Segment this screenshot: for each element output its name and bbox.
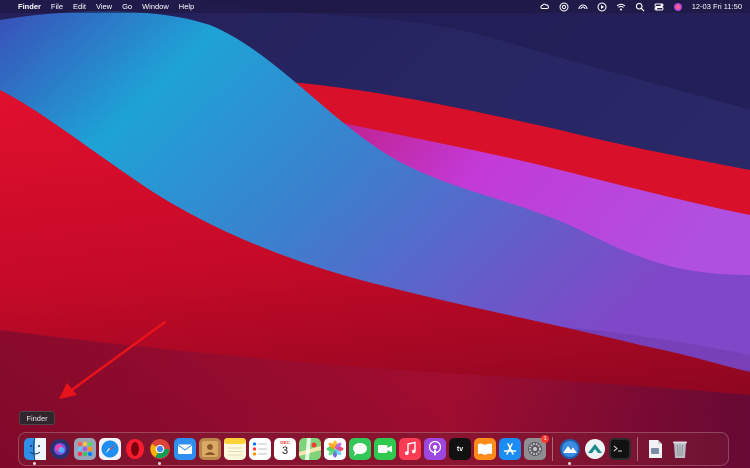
- podcasts-icon[interactable]: [424, 438, 446, 460]
- reminders-icon[interactable]: [249, 438, 271, 460]
- mountain-app-icon[interactable]: [559, 438, 581, 465]
- calendar-icon[interactable]: DEC 3: [274, 438, 296, 460]
- chrome-icon[interactable]: [149, 438, 171, 465]
- downloads-stack-icon[interactable]: [644, 438, 666, 460]
- mail-icon[interactable]: [174, 438, 196, 460]
- menu-edit[interactable]: Edit: [73, 2, 86, 11]
- menu-bar: Finder File Edit View Go Window Help 12-…: [0, 0, 750, 13]
- at-sign-icon[interactable]: [559, 2, 569, 12]
- menu-help[interactable]: Help: [179, 2, 194, 11]
- menu-clock[interactable]: 12-03 Fri 11:50: [692, 2, 742, 11]
- menu-window[interactable]: Window: [142, 2, 169, 11]
- messages-icon[interactable]: [349, 438, 371, 460]
- finder-icon[interactable]: [24, 438, 46, 465]
- running-indicator: [568, 462, 571, 465]
- airvpn-icon[interactable]: [584, 438, 606, 460]
- photos-icon[interactable]: [324, 438, 346, 460]
- running-indicator: [158, 462, 161, 465]
- dock-separator: [637, 437, 638, 461]
- dock-tooltip: Finder: [19, 411, 55, 425]
- dock-separator: [552, 437, 553, 461]
- system-preferences-icon[interactable]: 1: [524, 435, 549, 460]
- safari-icon[interactable]: [99, 438, 121, 460]
- opera-icon[interactable]: [124, 438, 146, 460]
- siri-app-icon[interactable]: [49, 438, 71, 460]
- launchpad-icon[interactable]: [74, 438, 96, 460]
- wifi-icon[interactable]: [616, 2, 626, 12]
- notes-icon[interactable]: [224, 438, 246, 460]
- maps-icon[interactable]: [299, 438, 321, 460]
- terminal-icon[interactable]: [609, 438, 631, 460]
- control-center-icon[interactable]: [654, 2, 664, 12]
- annotation-arrow: [59, 320, 167, 399]
- running-indicator: [33, 462, 36, 465]
- apple-tv-icon[interactable]: tv: [449, 438, 471, 460]
- app-store-icon[interactable]: [499, 438, 521, 460]
- books-icon[interactable]: [474, 438, 496, 460]
- play-circle-icon[interactable]: [597, 2, 607, 12]
- menu-file[interactable]: File: [51, 2, 63, 11]
- music-icon[interactable]: [399, 438, 421, 460]
- trash-icon[interactable]: [669, 438, 691, 460]
- search-icon[interactable]: [635, 2, 645, 12]
- facetime-icon[interactable]: [374, 438, 396, 460]
- contacts-icon[interactable]: [199, 438, 221, 460]
- creative-cloud-icon[interactable]: [540, 2, 550, 12]
- dock: DEC 3 tv 1: [18, 432, 729, 466]
- calendar-day: 3: [281, 445, 289, 457]
- vpn-icon[interactable]: [578, 2, 588, 12]
- notification-badge: 1: [541, 435, 549, 443]
- menu-app-name[interactable]: Finder: [18, 2, 41, 11]
- menu-view[interactable]: View: [96, 2, 112, 11]
- apple-tv-label: tv: [456, 445, 464, 453]
- siri-icon[interactable]: [673, 2, 683, 12]
- menu-go[interactable]: Go: [122, 2, 132, 11]
